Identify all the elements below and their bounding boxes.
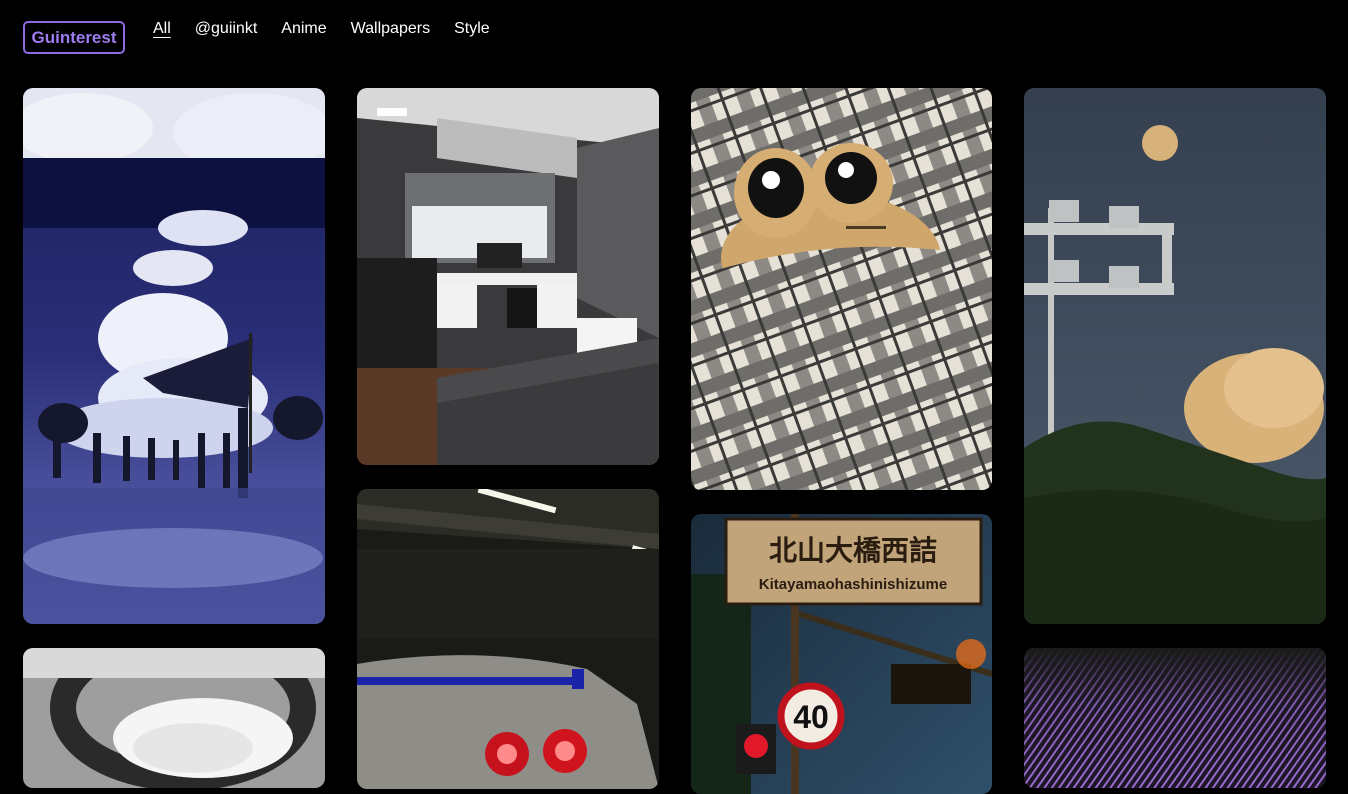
pin-purple-wallpaper[interactable] bbox=[1024, 648, 1326, 788]
pin-plush-bed[interactable] bbox=[691, 88, 992, 490]
sneakers-image bbox=[23, 648, 325, 788]
pin-bedroom-desk[interactable] bbox=[357, 88, 659, 465]
nav-item-anime[interactable]: Anime bbox=[281, 19, 326, 39]
moon-stadium-light-image bbox=[1024, 88, 1326, 624]
nav-item-style[interactable]: Style bbox=[454, 19, 490, 39]
purple-lines-image bbox=[1024, 648, 1326, 788]
anime-pirates-image bbox=[23, 88, 325, 624]
nav-item-guiinkt[interactable]: @guiinkt bbox=[195, 19, 258, 39]
gtr-car-image bbox=[357, 489, 659, 789]
brand-logo[interactable]: Guinterest bbox=[23, 21, 125, 54]
sign-romaji-text: Kitayamaohashinishizume bbox=[759, 576, 947, 593]
street-sign-image: 北山大橋西詰 Kitayamaohashinishizume 40 bbox=[691, 514, 992, 794]
pin-sneakers-car[interactable] bbox=[23, 648, 325, 788]
top-bar: Guinterest All @guiinkt Anime Wallpapers… bbox=[0, 0, 1348, 70]
speed-limit-text: 40 bbox=[793, 699, 829, 735]
nav-item-all[interactable]: All bbox=[153, 19, 171, 39]
nav-item-wallpapers[interactable]: Wallpapers bbox=[351, 19, 430, 39]
bedroom-setup-image bbox=[357, 88, 659, 465]
category-nav: All @guiinkt Anime Wallpapers Style bbox=[153, 19, 514, 39]
pin-gtr-garage[interactable] bbox=[357, 489, 659, 789]
pin-anime-pirates[interactable] bbox=[23, 88, 325, 624]
sign-japanese-text: 北山大橋西詰 bbox=[769, 534, 937, 567]
plush-toy-image bbox=[691, 88, 992, 490]
pin-kyoto-sign[interactable]: 北山大橋西詰 Kitayamaohashinishizume 40 bbox=[691, 514, 992, 794]
pin-moon-stadium[interactable] bbox=[1024, 88, 1326, 624]
